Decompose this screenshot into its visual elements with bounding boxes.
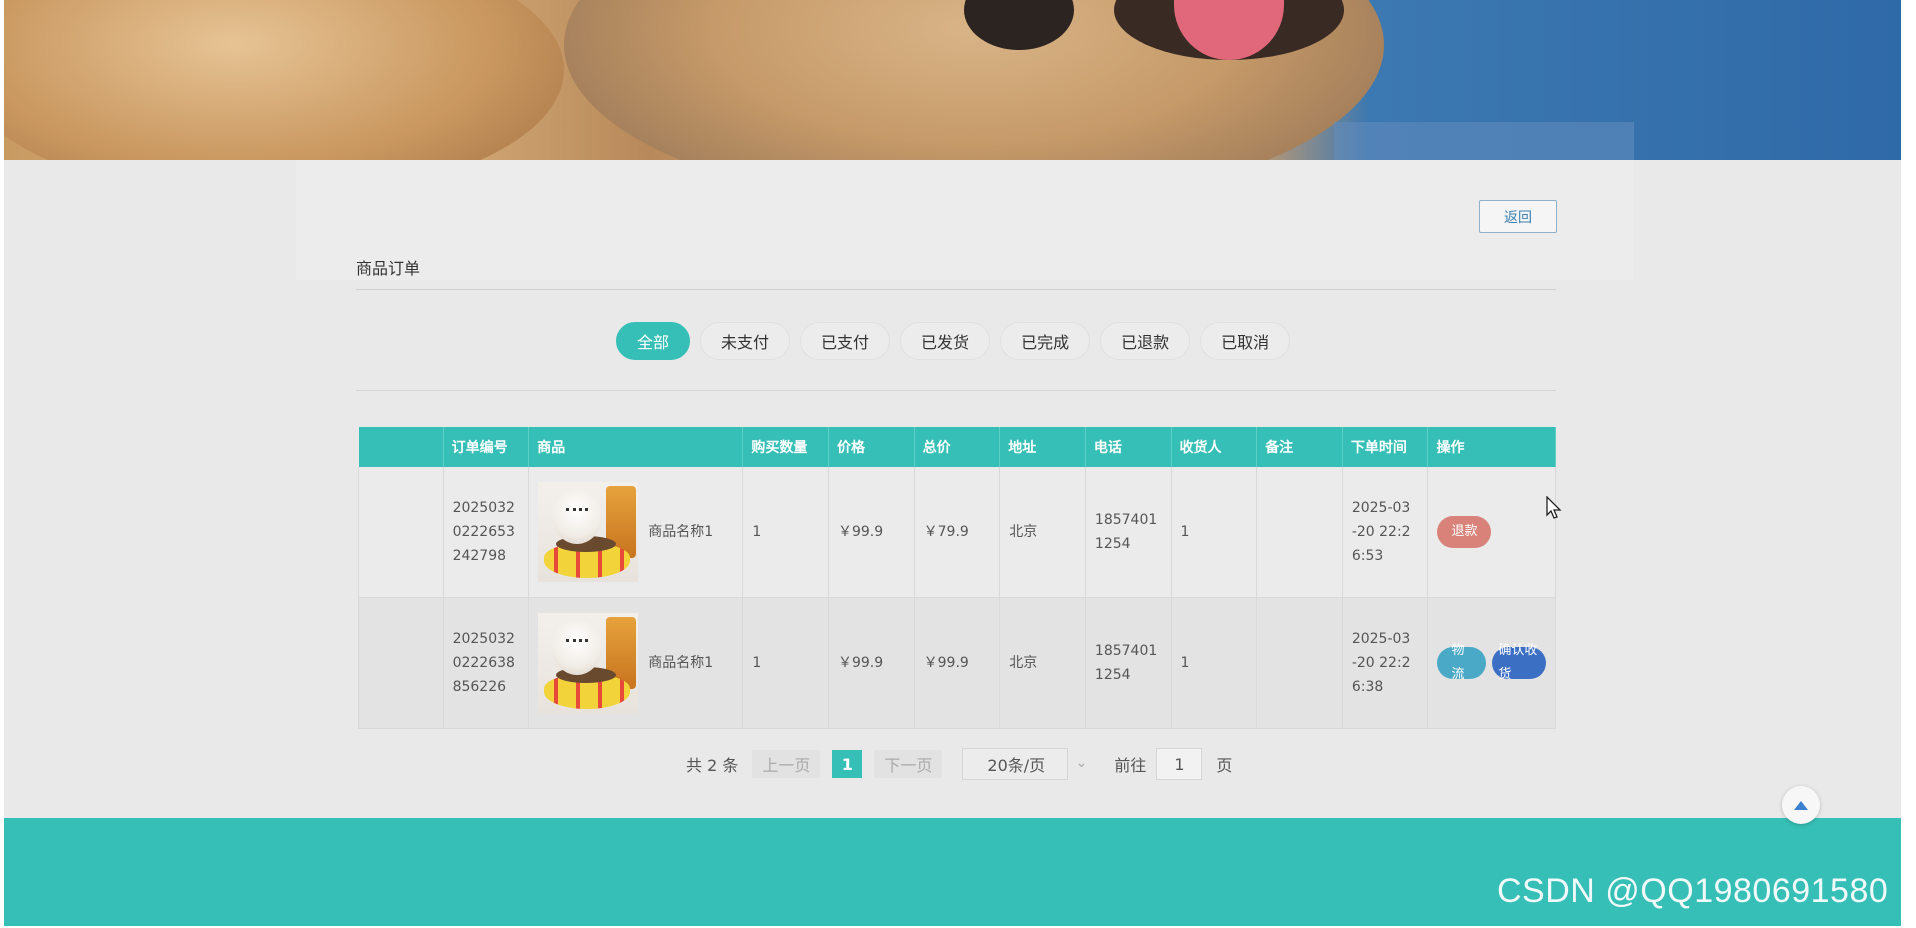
qty-cell: 1 (742, 467, 829, 598)
table-row: 2025032 0222638 856226 商品名称1 1 ￥99.9 ￥99… (358, 597, 1556, 729)
tab-paid[interactable]: 已支付 (800, 322, 891, 360)
goods-name: 商品名称1 (648, 524, 714, 540)
price-cell: ￥99.9 (828, 597, 915, 729)
column-header-total: 总价 (914, 427, 1001, 467)
table-row: 2025032 0222653 242798 商品名称1 1 ￥99.9 ￥79… (358, 467, 1556, 598)
product-thumbnail[interactable] (538, 613, 639, 713)
goods-cell: 商品名称1 (528, 597, 744, 729)
actions-cell: 物流 确认收货 (1427, 597, 1556, 729)
column-header-receiver: 收货人 (1171, 427, 1258, 467)
order-time-cell: 2025-03 -20 22:2 6:38 (1342, 597, 1429, 729)
divider (356, 390, 1556, 391)
select-cell (358, 467, 444, 598)
arrow-up-icon (1794, 800, 1808, 810)
top-panel (296, 160, 1633, 280)
select-cell (358, 597, 444, 729)
orders-table: 订单编号 商品 购买数量 价格 总价 地址 电话 收货人 备注 下单时间 操作 … (358, 427, 1556, 729)
time-line: 2025-03 (1351, 500, 1411, 516)
column-header-order-time: 下单时间 (1342, 427, 1429, 467)
phone-line: 1254 (1094, 536, 1131, 552)
phone-line: 1254 (1094, 667, 1131, 683)
table-header-row: 订单编号 商品 购买数量 价格 总价 地址 电话 收货人 备注 下单时间 操作 (358, 427, 1556, 467)
chevron-down-icon: ⌄ (1075, 755, 1088, 771)
tab-cancelled[interactable]: 已取消 (1200, 322, 1291, 360)
hero-banner (4, 0, 1901, 160)
time-line: -20 22:2 (1351, 524, 1411, 540)
product-thumbnail[interactable] (538, 482, 639, 582)
tab-refunded[interactable]: 已退款 (1100, 322, 1191, 360)
refund-button[interactable]: 退款 (1437, 516, 1492, 548)
page-size-select[interactable]: 20条/页 ⌄ (962, 748, 1087, 780)
phone-line: 1857401 (1094, 512, 1158, 528)
column-header-select (358, 427, 444, 467)
price-cell: ￥99.9 (828, 467, 915, 598)
prev-page-button[interactable]: 上一页 (752, 750, 821, 778)
next-page-button[interactable]: 下一页 (874, 750, 943, 778)
phone-line: 1857401 (1094, 643, 1158, 659)
time-line: 6:53 (1351, 548, 1384, 564)
column-header-order-no: 订单编号 (443, 427, 530, 467)
page-suffix-label: 页 (1216, 756, 1233, 775)
column-header-phone: 电话 (1085, 427, 1172, 467)
page-number-current[interactable]: 1 (832, 750, 863, 778)
order-no-line: 856226 (452, 679, 507, 695)
note-cell (1256, 467, 1343, 598)
order-no-line: 0222638 (452, 655, 515, 671)
order-time-cell: 2025-03 -20 22:2 6:53 (1342, 467, 1429, 598)
goto-label: 前往 (1114, 756, 1147, 775)
tab-unpaid[interactable]: 未支付 (700, 322, 791, 360)
total-cell: ￥99.9 (914, 597, 1001, 729)
tab-shipped[interactable]: 已发货 (900, 322, 991, 360)
note-cell (1256, 597, 1343, 729)
order-no-line: 2025032 (452, 500, 515, 516)
address-cell: 北京 (999, 597, 1086, 729)
time-line: 6:38 (1351, 679, 1384, 695)
status-tabs: 全部 未支付 已支付 已发货 已完成 已退款 已取消 (616, 322, 1291, 360)
phone-cell: 1857401 1254 (1085, 467, 1172, 598)
receiver-cell: 1 (1171, 597, 1258, 729)
tab-all[interactable]: 全部 (616, 322, 691, 360)
page-title: 商品订单 (356, 259, 421, 278)
phone-cell: 1857401 1254 (1085, 597, 1172, 729)
actions-cell: 退款 (1427, 467, 1556, 598)
receiver-cell: 1 (1171, 467, 1258, 598)
order-no-cell: 2025032 0222638 856226 (443, 597, 530, 729)
time-line: -20 22:2 (1351, 655, 1411, 671)
back-to-top-button[interactable] (1782, 786, 1820, 824)
column-header-address: 地址 (999, 427, 1086, 467)
logistics-button[interactable]: 物流 (1437, 643, 1487, 682)
column-header-actions: 操作 (1427, 427, 1556, 467)
banner-shade (1334, 122, 1634, 160)
order-no-line: 2025032 (452, 631, 515, 647)
divider (356, 289, 1556, 290)
page-size-value: 20条/页 (987, 756, 1046, 775)
tab-completed[interactable]: 已完成 (1000, 322, 1091, 360)
goods-cell: 商品名称1 (528, 467, 744, 598)
page-frame: 返回 商品订单 全部 未支付 已支付 已发货 已完成 已退款 已取消 订单编号 … (4, 0, 1901, 926)
order-no-line: 0222653 (452, 524, 515, 540)
back-button[interactable]: 返回 (1479, 200, 1557, 233)
pagination-total: 共 2 条 (686, 756, 739, 775)
qty-cell: 1 (742, 597, 829, 729)
column-header-price: 价格 (828, 427, 915, 467)
total-cell: ￥79.9 (914, 467, 1001, 598)
column-header-goods: 商品 (528, 427, 744, 467)
goto-page-input[interactable]: 1 (1156, 748, 1203, 780)
order-no-line: 242798 (452, 548, 507, 564)
address-cell: 北京 (999, 467, 1086, 598)
watermark: CSDN @QQ1980691580 (1497, 872, 1889, 910)
pagination: 共 2 条 上一页 1 下一页 20条/页 ⌄ 前往 1 页 (686, 748, 1232, 780)
order-no-cell: 2025032 0222653 242798 (443, 467, 530, 598)
banner-dog-body (4, 0, 564, 160)
mouse-pointer-icon (1546, 496, 1562, 519)
column-header-qty: 购买数量 (742, 427, 829, 467)
time-line: 2025-03 (1351, 631, 1411, 647)
confirm-receipt-button[interactable]: 确认收货 (1492, 643, 1546, 682)
goods-name: 商品名称1 (648, 655, 714, 671)
column-header-note: 备注 (1256, 427, 1343, 467)
